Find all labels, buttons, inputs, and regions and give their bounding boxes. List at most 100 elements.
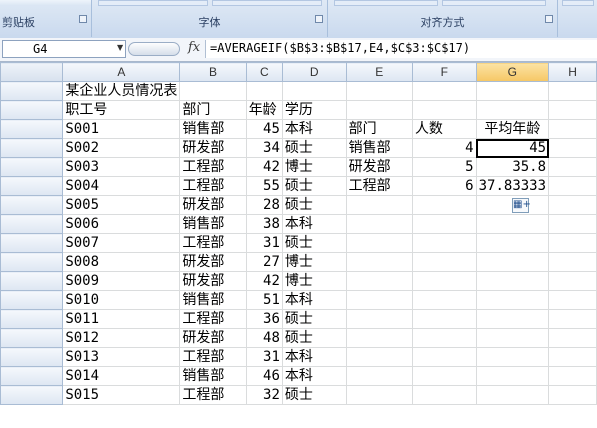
- cell-g5[interactable]: 35.8: [475, 157, 550, 177]
- paste-options-icon[interactable]: ▦+: [512, 198, 531, 213]
- cell-g2[interactable]: [475, 100, 550, 120]
- cell-h13[interactable]: [548, 309, 597, 329]
- cell-b3[interactable]: 销售部: [179, 119, 247, 139]
- cell-c6[interactable]: 55: [245, 176, 283, 196]
- cell-f15[interactable]: [411, 347, 477, 367]
- cell-c7[interactable]: 28: [245, 195, 283, 215]
- cell-d15[interactable]: 本科: [281, 347, 347, 367]
- cell-c17[interactable]: 32: [245, 385, 283, 405]
- cell-b1[interactable]: [179, 81, 247, 101]
- cell-d8[interactable]: 本科: [281, 214, 347, 234]
- cell-g15[interactable]: [475, 347, 550, 367]
- cell-c3[interactable]: 45: [245, 119, 283, 139]
- column-header-d[interactable]: D: [281, 62, 347, 82]
- cell-f5[interactable]: 5: [411, 157, 477, 177]
- row-header[interactable]: [0, 252, 64, 272]
- cell-h10[interactable]: [548, 252, 597, 272]
- cell-b16[interactable]: 销售部: [179, 366, 247, 386]
- cell-h12[interactable]: [548, 290, 597, 310]
- cell-d17[interactable]: 硕士: [281, 385, 347, 405]
- select-all-corner[interactable]: [0, 62, 64, 82]
- cell-d13[interactable]: 硕士: [281, 309, 347, 329]
- cell-g1[interactable]: [475, 81, 550, 101]
- cell-g17[interactable]: [475, 385, 550, 405]
- alignment-launcher-icon[interactable]: [545, 15, 553, 23]
- cell-c13[interactable]: 36: [245, 309, 283, 329]
- cell-f3[interactable]: 人数: [411, 119, 477, 139]
- cell-a16[interactable]: S014: [62, 366, 181, 386]
- cell-g16[interactable]: [475, 366, 550, 386]
- cell-g14[interactable]: [475, 328, 550, 348]
- cell-g10[interactable]: [475, 252, 550, 272]
- cell-h2[interactable]: [548, 100, 597, 120]
- row-header[interactable]: [0, 176, 64, 196]
- cell-e11[interactable]: [345, 271, 413, 291]
- row-header[interactable]: [0, 195, 64, 215]
- row-header[interactable]: [0, 100, 64, 120]
- cell-a7[interactable]: S005: [62, 195, 181, 215]
- row-header[interactable]: [0, 385, 64, 405]
- cell-b5[interactable]: 工程部: [179, 157, 247, 177]
- cell-d11[interactable]: 博士: [281, 271, 347, 291]
- cell-a3[interactable]: S001: [62, 119, 181, 139]
- cell-d9[interactable]: 硕士: [281, 233, 347, 253]
- cell-f14[interactable]: [411, 328, 477, 348]
- formula-input[interactable]: =AVERAGEIF($B$3:$B$17,E4,$C$3:$C$17): [205, 40, 597, 58]
- cell-h9[interactable]: [548, 233, 597, 253]
- cell-e7[interactable]: [345, 195, 413, 215]
- cell-d5[interactable]: 博士: [281, 157, 347, 177]
- formula-bar-resize-handle[interactable]: [128, 42, 180, 56]
- cell-b10[interactable]: 研发部: [179, 252, 247, 272]
- cell-c14[interactable]: 48: [245, 328, 283, 348]
- cell-f17[interactable]: [411, 385, 477, 405]
- cell-c15[interactable]: 31: [245, 347, 283, 367]
- column-header-g[interactable]: G: [475, 62, 550, 82]
- cell-a12[interactable]: S010: [62, 290, 181, 310]
- name-box[interactable]: G4: [2, 40, 126, 58]
- cell-b17[interactable]: 工程部: [179, 385, 247, 405]
- cell-h11[interactable]: [548, 271, 597, 291]
- cell-b6[interactable]: 工程部: [179, 176, 247, 196]
- cell-d10[interactable]: 博士: [281, 252, 347, 272]
- cell-c9[interactable]: 31: [245, 233, 283, 253]
- row-header[interactable]: [0, 233, 64, 253]
- row-header[interactable]: [0, 366, 64, 386]
- cell-f1[interactable]: [411, 81, 477, 101]
- row-header[interactable]: [0, 119, 64, 139]
- row-header[interactable]: [0, 290, 64, 310]
- cell-e10[interactable]: [345, 252, 413, 272]
- cell-g6[interactable]: 37.83333: [475, 176, 550, 196]
- cell-a14[interactable]: S012: [62, 328, 181, 348]
- cell-a9[interactable]: S007: [62, 233, 181, 253]
- cell-e13[interactable]: [345, 309, 413, 329]
- cell-e17[interactable]: [345, 385, 413, 405]
- cell-a6[interactable]: S004: [62, 176, 181, 196]
- cell-f8[interactable]: [411, 214, 477, 234]
- cell-f9[interactable]: [411, 233, 477, 253]
- cell-f6[interactable]: 6: [411, 176, 477, 196]
- column-header-f[interactable]: F: [411, 62, 477, 82]
- cell-f16[interactable]: [411, 366, 477, 386]
- row-header[interactable]: [0, 81, 64, 101]
- cell-h14[interactable]: [548, 328, 597, 348]
- cell-e1[interactable]: [345, 81, 413, 101]
- cell-a13[interactable]: S011: [62, 309, 181, 329]
- cell-g3[interactable]: 平均年龄: [475, 119, 550, 139]
- cell-h8[interactable]: [548, 214, 597, 234]
- cell-f2[interactable]: [411, 100, 477, 120]
- cell-e8[interactable]: [345, 214, 413, 234]
- cell-c11[interactable]: 42: [245, 271, 283, 291]
- cell-d1[interactable]: [281, 81, 347, 101]
- column-header-h[interactable]: H: [548, 62, 597, 82]
- cell-h7[interactable]: [548, 195, 597, 215]
- cell-f10[interactable]: [411, 252, 477, 272]
- name-box-dropdown-icon[interactable]: ▼: [117, 43, 123, 52]
- cell-h16[interactable]: [548, 366, 597, 386]
- insert-function-icon[interactable]: fx: [188, 40, 200, 55]
- cell-a11[interactable]: S009: [62, 271, 181, 291]
- row-header[interactable]: [0, 138, 64, 158]
- cell-a15[interactable]: S013: [62, 347, 181, 367]
- cell-a4[interactable]: S002: [62, 138, 181, 158]
- row-header[interactable]: [0, 271, 64, 291]
- row-header[interactable]: [0, 347, 64, 367]
